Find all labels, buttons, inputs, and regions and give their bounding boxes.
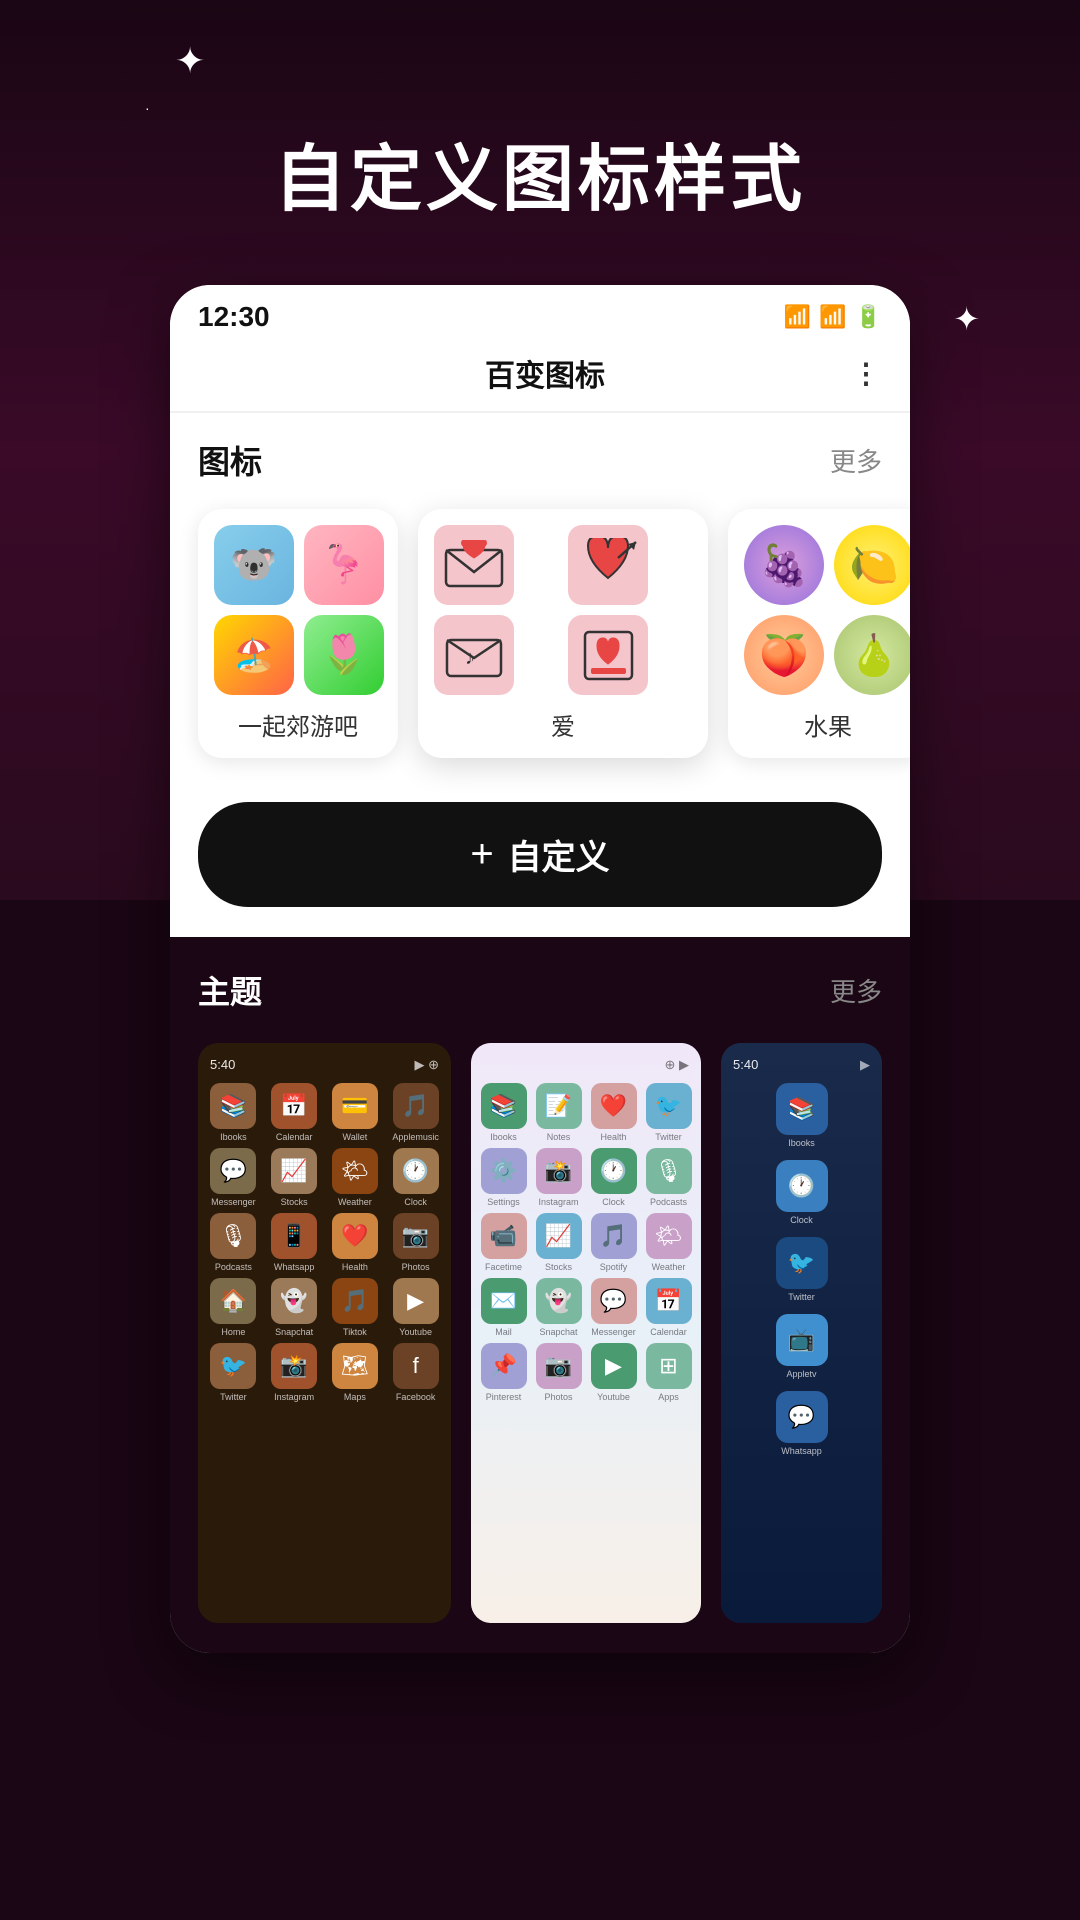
mini-app-whatsapp: 📱 Whatsapp	[267, 1213, 322, 1272]
mini-app-youtube: ▶ Youtube	[388, 1278, 443, 1337]
phone-mockup: 12:30 📶 📶 🔋 百变图标 ⋮ 图标 更多 🐨 🦩 🏖️ 🌷 一起郊游吧	[170, 285, 910, 1653]
icons-section-header: 图标 更多	[170, 413, 910, 499]
theme3-appletv: 📺 Appletv	[776, 1314, 828, 1379]
theme2-podcasts: 🎙 Podcasts	[644, 1148, 693, 1207]
theme-card-light[interactable]: ⊕ ▶ 📚 Ibooks 📝 Notes ❤️ Hea	[471, 1043, 701, 1623]
mini-app-calendar: 📅 Calendar	[267, 1083, 322, 1142]
theme1-status-bar: 5:40 ▶ ⊕	[206, 1057, 443, 1073]
customize-plus-icon: +	[470, 832, 493, 877]
icon-pack-outing[interactable]: 🐨 🦩 🏖️ 🌷 一起郊游吧	[198, 509, 398, 758]
icon-fruit-peach: 🍑	[744, 615, 824, 695]
theme2-snapchat: 👻 Snapchat	[534, 1278, 583, 1337]
svg-text:♪: ♪	[465, 647, 475, 669]
customize-button[interactable]: + 自定义	[198, 802, 882, 907]
mini-app-photos: 📷 Photos	[388, 1213, 443, 1272]
pack-name-fruits: 水果	[744, 707, 910, 742]
mini-app-health: ❤️ Health	[328, 1213, 383, 1272]
theme2-pinterest: 📌 Pinterest	[479, 1343, 528, 1402]
icon-pack-fruits[interactable]: 🍇 🍋 🍑 🍐 水果	[728, 509, 910, 758]
theme2-mail: ✉️ Mail	[479, 1278, 528, 1337]
theme3-twitter: 🐦 Twitter	[776, 1237, 828, 1302]
icon-lighthouse: 🏖️	[214, 615, 294, 695]
theme2-weather: 🌤 Weather	[644, 1213, 693, 1272]
more-menu-button[interactable]: ⋮	[852, 357, 882, 390]
customize-btn-area: + 自定义	[170, 778, 910, 937]
icon-fruit-lemon: 🍋	[834, 525, 910, 605]
pack-name-outing: 一起郊游吧	[214, 707, 382, 742]
mini-app-messenger: 💬 Messenger	[206, 1148, 261, 1207]
theme2-stocks: 📈 Stocks	[534, 1213, 583, 1272]
theme-card-brown[interactable]: 5:40 ▶ ⊕ 📚 Ibooks 📅 Calendar	[198, 1043, 451, 1623]
icon-fruit-pear: 🍐	[834, 615, 910, 695]
wifi-icon: 📶	[784, 304, 811, 330]
theme2-spotify: 🎵 Spotify	[589, 1213, 638, 1272]
icon-love-heart-arrow	[568, 525, 648, 605]
theme2-youtube: ▶ Youtube	[589, 1343, 638, 1402]
icon-love-envelope-music: ♪	[434, 615, 514, 695]
theme2-settings: ⚙️ Settings	[479, 1148, 528, 1207]
star-decoration-3: ✦	[953, 300, 980, 338]
themes-more-button[interactable]: 更多	[830, 972, 882, 1009]
icon-garden: 🌷	[304, 615, 384, 695]
mini-app-podcasts: 🎙 Podcasts	[206, 1213, 261, 1272]
theme3-ibooks: 📚 Ibooks	[776, 1083, 828, 1148]
theme2-facetime: 📹 Facetime	[479, 1213, 528, 1272]
theme2-messenger: 💬 Messenger	[589, 1278, 638, 1337]
mini-app-facebook: f Facebook	[388, 1343, 443, 1402]
themes-section-header: 主题 更多	[198, 967, 882, 1013]
theme2-calendar: 📅 Calendar	[644, 1278, 693, 1337]
app-header: 百变图标 ⋮	[170, 341, 910, 412]
mini-app-wallet: 💳 Wallet	[328, 1083, 383, 1142]
mini-app-stocks: 📈 Stocks	[267, 1148, 322, 1207]
battery-icon: 🔋	[855, 304, 882, 330]
theme2-photos: 📷 Photos	[534, 1343, 583, 1402]
mini-app-clock-1: 🕐 Clock	[388, 1148, 443, 1207]
page-title: 自定义图标样式	[0, 0, 1080, 225]
icons-section-title: 图标	[198, 437, 262, 483]
icon-love-book	[568, 615, 648, 695]
mini-app-applemusic: 🎵 Applemusic	[388, 1083, 443, 1142]
status-icons: 📶 📶 🔋	[784, 304, 882, 330]
theme2-ibooks: 📚 Ibooks	[479, 1083, 528, 1142]
icon-flamingo: 🦩	[304, 525, 384, 605]
signal-icon: 📶	[819, 304, 846, 330]
icon-fruit-grape: 🍇	[744, 525, 824, 605]
theme2-apps: ⊞ Apps	[644, 1343, 693, 1402]
mini-app-tiktok: 🎵 Tiktok	[328, 1278, 383, 1337]
icon-pack-love[interactable]: ♪ 爱	[418, 509, 708, 758]
mini-app-home: 🏠 Home	[206, 1278, 261, 1337]
theme3-clock: 🕐 Clock	[776, 1160, 828, 1225]
mini-app-ibooks: 📚 Ibooks	[206, 1083, 261, 1142]
icons-more-button[interactable]: 更多	[830, 442, 882, 479]
mini-app-maps: 🗺 Maps	[328, 1343, 383, 1402]
mini-app-snapchat: 👻 Snapchat	[267, 1278, 322, 1337]
mini-app-weather-1: 🌤 Weather	[328, 1148, 383, 1207]
mini-app-instagram: 📸 Instagram	[267, 1343, 322, 1402]
app-title: 百变图标	[238, 351, 852, 395]
icon-sky: 🐨	[214, 525, 294, 605]
status-bar: 12:30 📶 📶 🔋	[170, 285, 910, 341]
customize-label: 自定义	[508, 830, 610, 879]
icon-packs-scroll: 🐨 🦩 🏖️ 🌷 一起郊游吧	[170, 499, 910, 778]
themes-section: 主题 更多 5:40 ▶ ⊕ 📚 Ibooks	[170, 937, 910, 1653]
theme2-twitter: 🐦 Twitter	[644, 1083, 693, 1142]
pack-name-love: 爱	[434, 707, 692, 742]
status-time: 12:30	[198, 301, 270, 333]
theme2-clock: 🕐 Clock	[589, 1148, 638, 1207]
themes-title: 主题	[198, 967, 262, 1013]
theme-card-dark[interactable]: 5:40 ▶ 📚 Ibooks 🕐 Clock 🐦	[721, 1043, 882, 1623]
theme3-whatsapp: 💬 Whatsapp	[776, 1391, 828, 1456]
theme2-instagram: 📸 Instagram	[534, 1148, 583, 1207]
icon-love-envelope	[434, 525, 514, 605]
theme-cards-container: 5:40 ▶ ⊕ 📚 Ibooks 📅 Calendar	[198, 1043, 882, 1623]
theme2-notes: 📝 Notes	[534, 1083, 583, 1142]
theme2-health: ❤️ Health	[589, 1083, 638, 1142]
mini-app-twitter-1: 🐦 Twitter	[206, 1343, 261, 1402]
